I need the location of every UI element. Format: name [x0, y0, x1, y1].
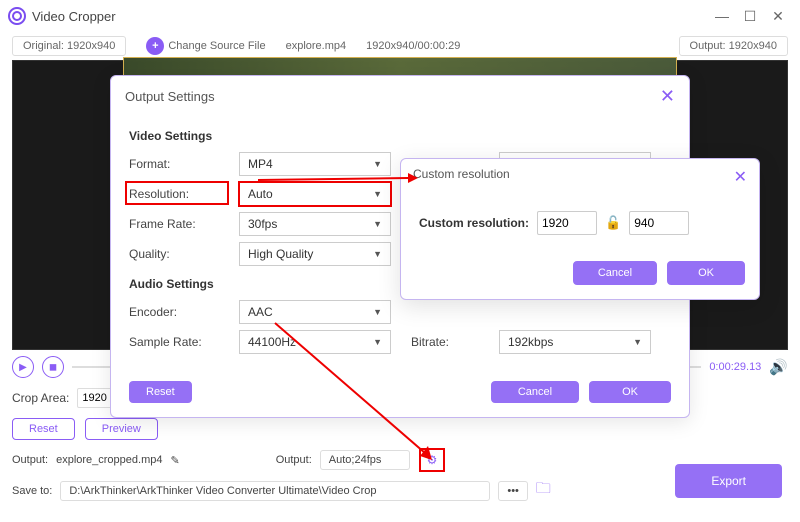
- popup-cancel-button[interactable]: Cancel: [573, 261, 657, 285]
- custom-resolution-label: Custom resolution:: [419, 216, 529, 230]
- position-label: 1920x940/00:00:29: [366, 40, 460, 52]
- dialog-reset-button[interactable]: Reset: [129, 381, 192, 403]
- format-label: Format:: [129, 157, 229, 171]
- popup-ok-button[interactable]: OK: [667, 261, 745, 285]
- time-display: 0:00:29.13: [709, 361, 761, 373]
- crop-area-label: Crop Area:: [12, 391, 69, 405]
- annotation-arrow: [258, 170, 418, 190]
- volume-icon[interactable]: 🔊: [769, 358, 788, 376]
- annotation-arrow: [270, 318, 440, 468]
- chevron-down-icon: ▼: [633, 337, 642, 347]
- framerate-label: Frame Rate:: [129, 217, 229, 231]
- output-file-label: Output:: [12, 454, 48, 466]
- video-settings-heading: Video Settings: [129, 129, 671, 143]
- framerate-dropdown[interactable]: 30fps▼: [239, 212, 391, 236]
- maximize-icon[interactable]: ☐: [736, 2, 764, 30]
- open-folder-icon[interactable]: 🗀: [536, 478, 551, 503]
- info-bar: Original: 1920x940 + Change Source File …: [0, 32, 800, 60]
- dialog-title: Output Settings: [125, 89, 215, 104]
- preview-button[interactable]: Preview: [85, 418, 158, 440]
- lock-aspect-icon[interactable]: 🔓: [605, 215, 621, 231]
- custom-resolution-popup: Custom resolution ✕ Custom resolution: 🔓…: [400, 158, 760, 300]
- browse-button[interactable]: •••: [498, 481, 528, 501]
- play-button[interactable]: ▶: [12, 356, 34, 378]
- chevron-down-icon: ▼: [373, 219, 382, 229]
- bitrate-dropdown[interactable]: 192kbps▼: [499, 330, 651, 354]
- custom-height-input[interactable]: [629, 211, 689, 235]
- source-filename: explore.mp4: [286, 40, 347, 52]
- custom-width-input[interactable]: [537, 211, 597, 235]
- title-bar: Video Cropper ― ☐ ✕: [0, 0, 800, 32]
- chevron-down-icon: ▼: [373, 249, 382, 259]
- dialog-ok-button[interactable]: OK: [589, 381, 671, 403]
- output-size-label: Output: 1920x940: [679, 36, 788, 56]
- close-window-icon[interactable]: ✕: [764, 2, 792, 30]
- output-filename: explore_cropped.mp4: [56, 454, 162, 466]
- popup-close-icon[interactable]: ✕: [734, 167, 747, 187]
- edit-filename-icon[interactable]: ✎: [170, 454, 179, 467]
- audio-encoder-label: Encoder:: [129, 305, 229, 319]
- quality-label: Quality:: [129, 247, 229, 261]
- app-title: Video Cropper: [32, 9, 116, 24]
- save-to-label: Save to:: [12, 485, 52, 497]
- chevron-down-icon: ▼: [373, 307, 382, 317]
- reset-button[interactable]: Reset: [12, 418, 75, 440]
- save-path-field[interactable]: D:\ArkThinker\ArkThinker Video Converter…: [60, 481, 490, 501]
- minimize-icon[interactable]: ―: [708, 2, 736, 30]
- dialog-cancel-button[interactable]: Cancel: [491, 381, 579, 403]
- popup-title: Custom resolution: [413, 167, 510, 187]
- samplerate-label: Sample Rate:: [129, 335, 229, 349]
- app-logo-icon: [8, 7, 26, 25]
- annotation-box: [125, 181, 229, 205]
- change-source-button[interactable]: + Change Source File: [146, 37, 265, 55]
- chevron-down-icon: ▼: [373, 159, 382, 169]
- export-button[interactable]: Export: [675, 464, 782, 498]
- dialog-close-icon[interactable]: ✕: [660, 86, 675, 107]
- stop-button[interactable]: ◼: [42, 356, 64, 378]
- original-size-label: Original: 1920x940: [12, 36, 126, 56]
- plus-icon: +: [146, 37, 164, 55]
- quality-dropdown[interactable]: High Quality▼: [239, 242, 391, 266]
